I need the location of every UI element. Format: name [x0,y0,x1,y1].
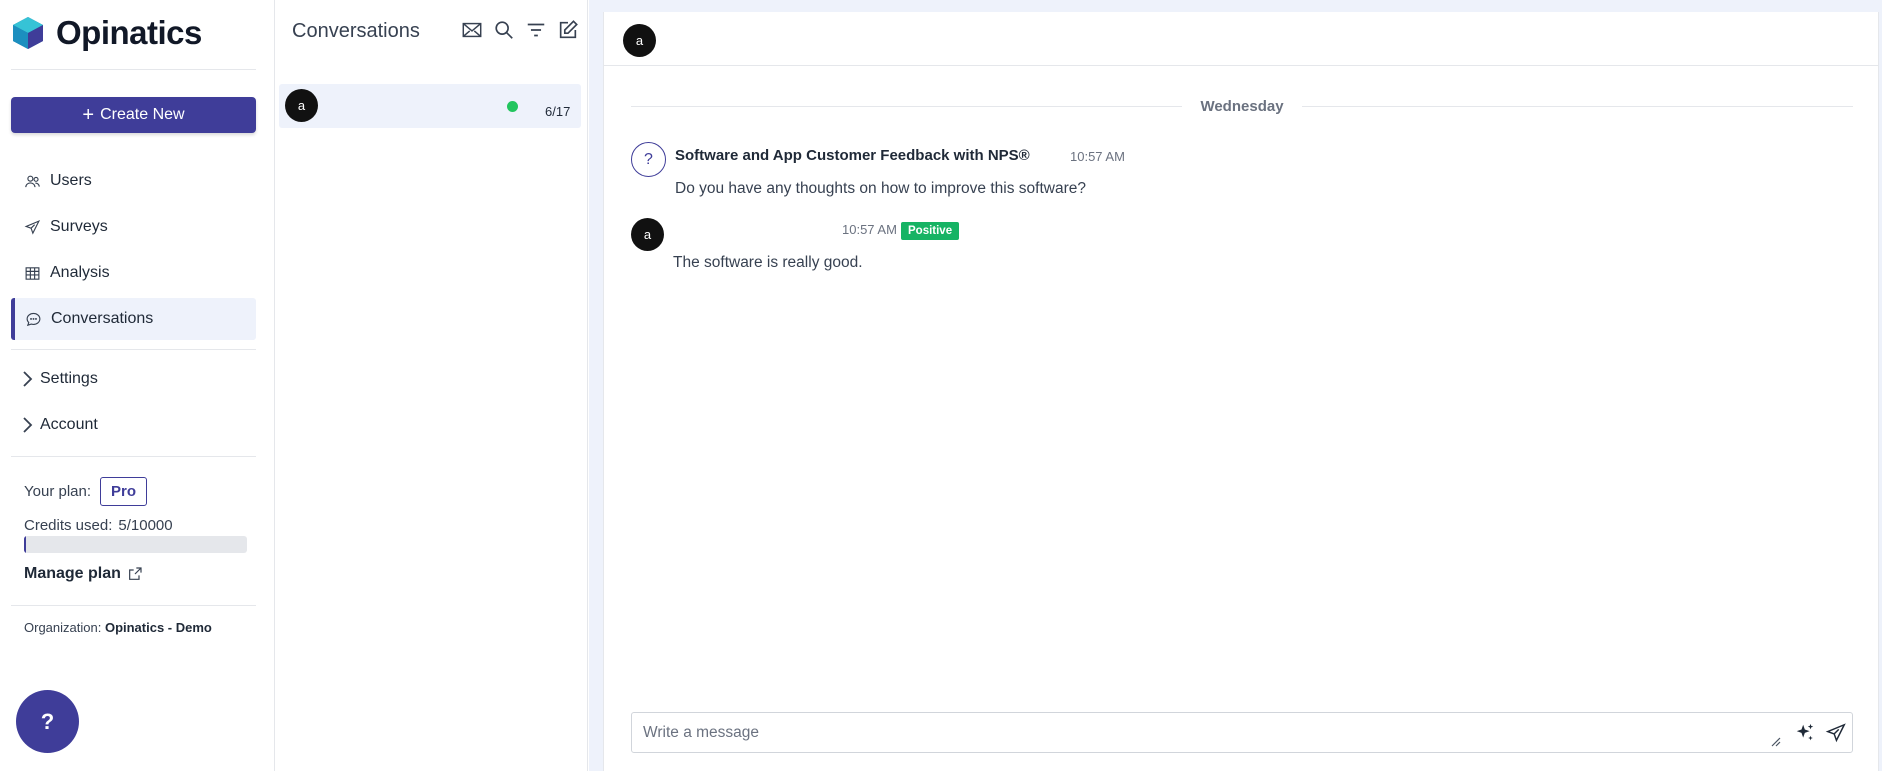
ai-sparkle-icon[interactable] [1794,722,1816,744]
conversation-list-item[interactable]: a 6/17 [279,84,581,128]
survey-title: Software and App Customer Feedback with … [675,147,1030,164]
sidebar-item-label: Conversations [51,310,154,327]
avatar: a [285,89,318,122]
brand[interactable]: Opinatics [12,14,202,52]
filter-icon[interactable] [524,18,548,42]
question-icon: ? [631,142,666,177]
table-icon [25,266,40,280]
online-status-dot [507,101,518,112]
sidebar-item-surveys[interactable]: Surveys [11,206,256,248]
message-composer [631,712,1853,753]
message-input[interactable] [632,713,1762,752]
sidebar-group-settings[interactable]: Settings [21,370,98,388]
external-link-icon [128,567,142,580]
conversation-list-title: Conversations [292,20,420,42]
chat-icon [26,312,41,326]
divider [11,69,256,70]
plan-badge[interactable]: Pro [100,477,148,506]
plan-row: Your plan: Pro [24,477,148,506]
divider [631,105,1183,107]
plus-icon: + [82,104,95,126]
divider [11,456,256,457]
sidebar-item-label: Users [50,172,92,189]
sidebar-item-analysis[interactable]: Analysis [11,252,256,294]
search-icon[interactable] [492,18,516,42]
create-new-label: Create New [100,106,185,123]
conversation-list-panel: Conversations a 6/17 [276,0,588,771]
day-separator: Wednesday [631,96,1853,116]
sidebar-item-conversations[interactable]: Conversations [11,298,256,340]
sidebar-item-label: Analysis [50,264,110,281]
credits-progress-fill [24,536,26,553]
sidebar-group-label: Account [40,416,98,433]
credits-progress-bar [24,536,247,553]
sentiment-badge: Positive [901,222,960,240]
chat-area: a Wednesday ? Software and App Customer … [589,0,1882,771]
organization: Organization: Opinatics - Demo [24,620,212,635]
compose-icon[interactable] [556,18,580,42]
chevron-right-icon [23,371,33,387]
message-timestamp: 10:57 AM [842,222,897,237]
sidebar: Opinatics + Create New Users Surveys Ana… [0,0,275,771]
sidebar-group-account[interactable]: Account [21,416,98,434]
avatar: a [631,218,664,251]
organization-label: Organization: [24,620,102,635]
resize-handle-icon[interactable] [1771,737,1781,747]
chat-window: a Wednesday ? Software and App Customer … [603,12,1879,771]
app: Opinatics + Create New Users Surveys Ana… [0,0,1882,771]
credits-row: Credits used: 5/10000 [24,517,173,534]
divider [11,349,256,350]
manage-plan-link[interactable]: Manage plan [24,565,143,583]
organization-name: Opinatics - Demo [104,620,212,635]
manage-plan-label: Manage plan [24,565,121,582]
plan-label: Your plan: [24,483,92,500]
conversation-date: 6/17 [545,104,571,119]
question-text: Do you have any thoughts on how to impro… [675,180,1086,197]
opinatics-logo-icon [13,17,43,49]
chevron-right-icon [23,417,33,433]
credits-value: 5/10000 [118,517,173,534]
credits-label: Credits used: [24,517,113,534]
chat-header: a [604,12,1878,66]
sidebar-group-label: Settings [40,370,98,387]
divider [11,605,256,606]
conversation-toolbar [460,18,580,42]
sidebar-item-label: Surveys [50,218,108,235]
send-icon [24,219,41,235]
message-timestamp: 10:57 AM [1070,149,1125,164]
divider [1301,105,1853,107]
help-button[interactable]: ? [16,690,79,753]
create-new-button[interactable]: + Create New [11,97,256,133]
avatar[interactable]: a [623,24,656,57]
send-icon[interactable] [1825,722,1847,744]
answer-text: The software is really good. [673,254,863,271]
users-icon [25,175,40,187]
mail-icon[interactable] [460,18,484,42]
sidebar-item-users[interactable]: Users [11,160,256,202]
day-label: Wednesday [1200,97,1284,115]
brand-name: Opinatics [56,14,202,51]
